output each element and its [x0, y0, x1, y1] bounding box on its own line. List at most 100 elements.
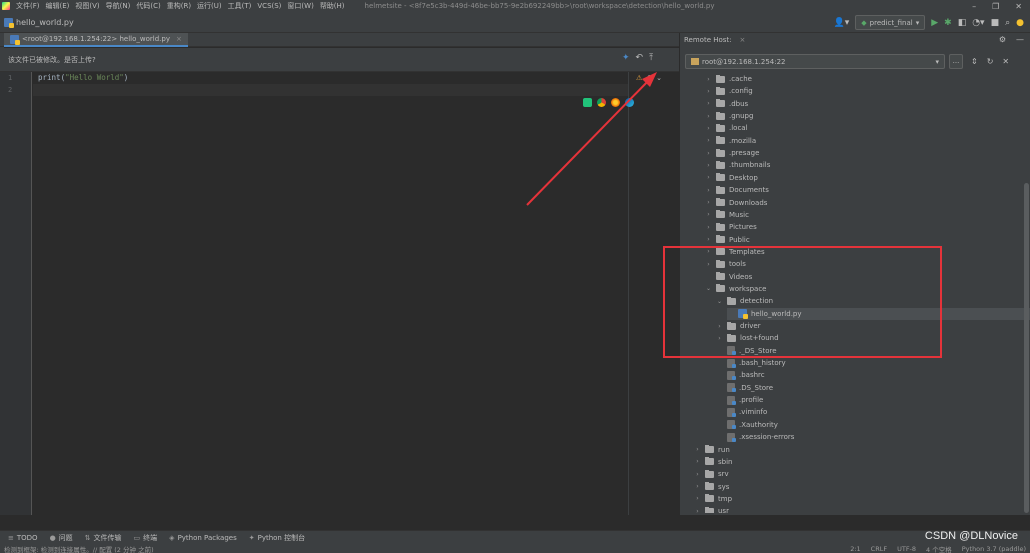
chevron-right-icon[interactable]: ›: [694, 483, 701, 490]
tree-item[interactable]: › run: [694, 444, 730, 456]
tree-item[interactable]: .bash_history: [716, 357, 786, 369]
profile-icon[interactable]: ◔▾: [972, 18, 984, 28]
chevron-right-icon[interactable]: ›: [705, 150, 712, 157]
run-configuration-select[interactable]: ◆ predict_final ▾: [855, 15, 926, 30]
tree-item[interactable]: › Pictures: [705, 221, 757, 233]
problems-tool-button[interactable]: ● 问题: [50, 533, 73, 543]
chevron-right-icon[interactable]: ›: [694, 495, 701, 502]
browse-button[interactable]: ...: [949, 54, 963, 69]
close-panel-icon[interactable]: ×: [740, 36, 746, 44]
tree-item[interactable]: › .cache: [705, 73, 752, 85]
tree-item[interactable]: .xsession-errors: [716, 431, 794, 443]
remote-host-title[interactable]: Remote Host:: [684, 36, 732, 44]
chrome-icon[interactable]: [597, 98, 606, 107]
tree-item[interactable]: › .dbus: [705, 98, 748, 110]
menu-tools[interactable]: 工具(T): [228, 1, 252, 11]
chevron-right-icon[interactable]: ›: [694, 508, 701, 513]
restore-icon[interactable]: ❐: [992, 2, 999, 11]
tree-item[interactable]: › usr: [694, 505, 729, 513]
search-everywhere-icon[interactable]: ⌕: [1005, 18, 1010, 28]
upload-icon[interactable]: ⤒: [649, 53, 653, 63]
chevron-right-icon[interactable]: ›: [705, 137, 712, 144]
minimize-icon[interactable]: –: [972, 2, 976, 11]
file-transfer-tool-button[interactable]: ⇅ 文件传输: [85, 533, 122, 543]
tree-item[interactable]: .bashrc: [716, 369, 765, 381]
user-icon[interactable]: 👤▾: [834, 18, 850, 28]
menu-file[interactable]: 文件(F): [16, 1, 40, 11]
refresh-icon[interactable]: ↻: [987, 57, 994, 66]
code-editor[interactable]: [33, 72, 679, 515]
host-select[interactable]: root@192.168.1.254:22 ▾: [685, 54, 945, 69]
chevron-right-icon[interactable]: ›: [705, 199, 712, 206]
menu-view[interactable]: 视图(V): [75, 1, 99, 11]
tree-item[interactable]: › Music: [705, 209, 749, 221]
python-packages-tool-button[interactable]: ◈ Python Packages: [169, 534, 237, 542]
menu-help[interactable]: 帮助(H): [320, 1, 345, 11]
status-message[interactable]: 检测到框架: 检测到连接属性。// 配置 (2 分钟 之前): [4, 544, 154, 553]
tree-item[interactable]: .viminfo: [716, 406, 767, 418]
compare-icon[interactable]: ✦: [622, 53, 630, 63]
menu-refactor[interactable]: 重构(R): [167, 1, 191, 11]
code-line[interactable]: print("Hello World"): [38, 73, 128, 82]
chevron-right-icon[interactable]: ›: [705, 187, 712, 194]
menu-code[interactable]: 代码(C): [136, 1, 160, 11]
tree-item[interactable]: › .mozilla: [705, 135, 756, 147]
tree-item[interactable]: › .thumbnails: [705, 159, 770, 171]
pycharm-browser-icon[interactable]: [583, 98, 592, 107]
chevron-right-icon[interactable]: ›: [705, 76, 712, 83]
indent-setting[interactable]: 4 个空格: [926, 544, 952, 553]
tree-item[interactable]: › tmp: [694, 493, 732, 505]
chevron-right-icon[interactable]: ›: [705, 88, 712, 95]
tree-item[interactable]: .DS_Store: [716, 382, 773, 394]
chevron-right-icon[interactable]: ›: [705, 174, 712, 181]
breadcrumb[interactable]: hello_world.py: [16, 18, 74, 27]
menu-navigate[interactable]: 导航(N): [106, 1, 131, 11]
close-window-icon[interactable]: ✕: [1015, 2, 1022, 11]
line-separator[interactable]: CRLF: [871, 545, 887, 553]
caret-position[interactable]: 2:1: [850, 545, 860, 553]
python-interpreter[interactable]: Python 3.7 (paddle): [962, 545, 1026, 553]
editor-tab-hello-world[interactable]: <root@192.168.1.254:22> hello_world.py ×: [4, 33, 188, 47]
chevron-right-icon[interactable]: ›: [694, 471, 701, 478]
tree-item[interactable]: › .gnupg: [705, 110, 753, 122]
edge-icon[interactable]: [625, 98, 634, 107]
python-console-tool-button[interactable]: ✦ Python 控制台: [249, 533, 305, 543]
tree-item[interactable]: › Downloads: [705, 197, 767, 209]
close-icon[interactable]: ✕: [1002, 57, 1009, 66]
menu-vcs[interactable]: VCS(S): [257, 2, 281, 10]
close-tab-icon[interactable]: ×: [176, 35, 182, 43]
tree-item[interactable]: .profile: [716, 394, 763, 406]
tree-scrollbar[interactable]: [1024, 183, 1029, 513]
menu-run[interactable]: 运行(U): [197, 1, 222, 11]
tree-item[interactable]: › Public: [705, 234, 750, 246]
todo-tool-button[interactable]: ≡ TODO: [8, 534, 38, 542]
tree-item[interactable]: › .local: [705, 122, 748, 134]
collapse-icon[interactable]: ⇕: [971, 57, 978, 66]
chevron-down-icon[interactable]: ⌄: [656, 74, 662, 82]
run-icon[interactable]: ▶: [931, 18, 938, 28]
chevron-right-icon[interactable]: ›: [705, 236, 712, 243]
chevron-right-icon[interactable]: ›: [705, 113, 712, 120]
terminal-tool-button[interactable]: ▭ 终端: [134, 533, 158, 543]
tree-item[interactable]: › .config: [705, 85, 753, 97]
hide-icon[interactable]: —: [1016, 35, 1024, 44]
chevron-up-icon[interactable]: ⌃: [646, 74, 652, 82]
tree-item[interactable]: › srv: [694, 468, 729, 480]
tree-item[interactable]: .Xauthority: [716, 419, 778, 431]
menu-edit[interactable]: 编辑(E): [46, 1, 70, 11]
tree-item[interactable]: › Documents: [705, 184, 769, 196]
gear-icon[interactable]: ⚙: [999, 35, 1006, 44]
tree-item[interactable]: › Desktop: [705, 172, 758, 184]
chevron-right-icon[interactable]: ›: [705, 125, 712, 132]
firefox-icon[interactable]: [611, 98, 620, 107]
chevron-right-icon[interactable]: ›: [694, 446, 701, 453]
chevron-right-icon[interactable]: ›: [705, 211, 712, 218]
chevron-right-icon[interactable]: ›: [705, 100, 712, 107]
tree-item[interactable]: › .presage: [705, 147, 759, 159]
debug-icon[interactable]: ✱: [944, 18, 952, 28]
chevron-right-icon[interactable]: ›: [694, 458, 701, 465]
file-encoding[interactable]: UTF-8: [897, 545, 916, 553]
tree-item[interactable]: › sys: [694, 481, 729, 493]
inspection-widget[interactable]: ⚠ ⌃ ⌄: [636, 74, 662, 82]
menu-window[interactable]: 窗口(W): [287, 1, 313, 11]
